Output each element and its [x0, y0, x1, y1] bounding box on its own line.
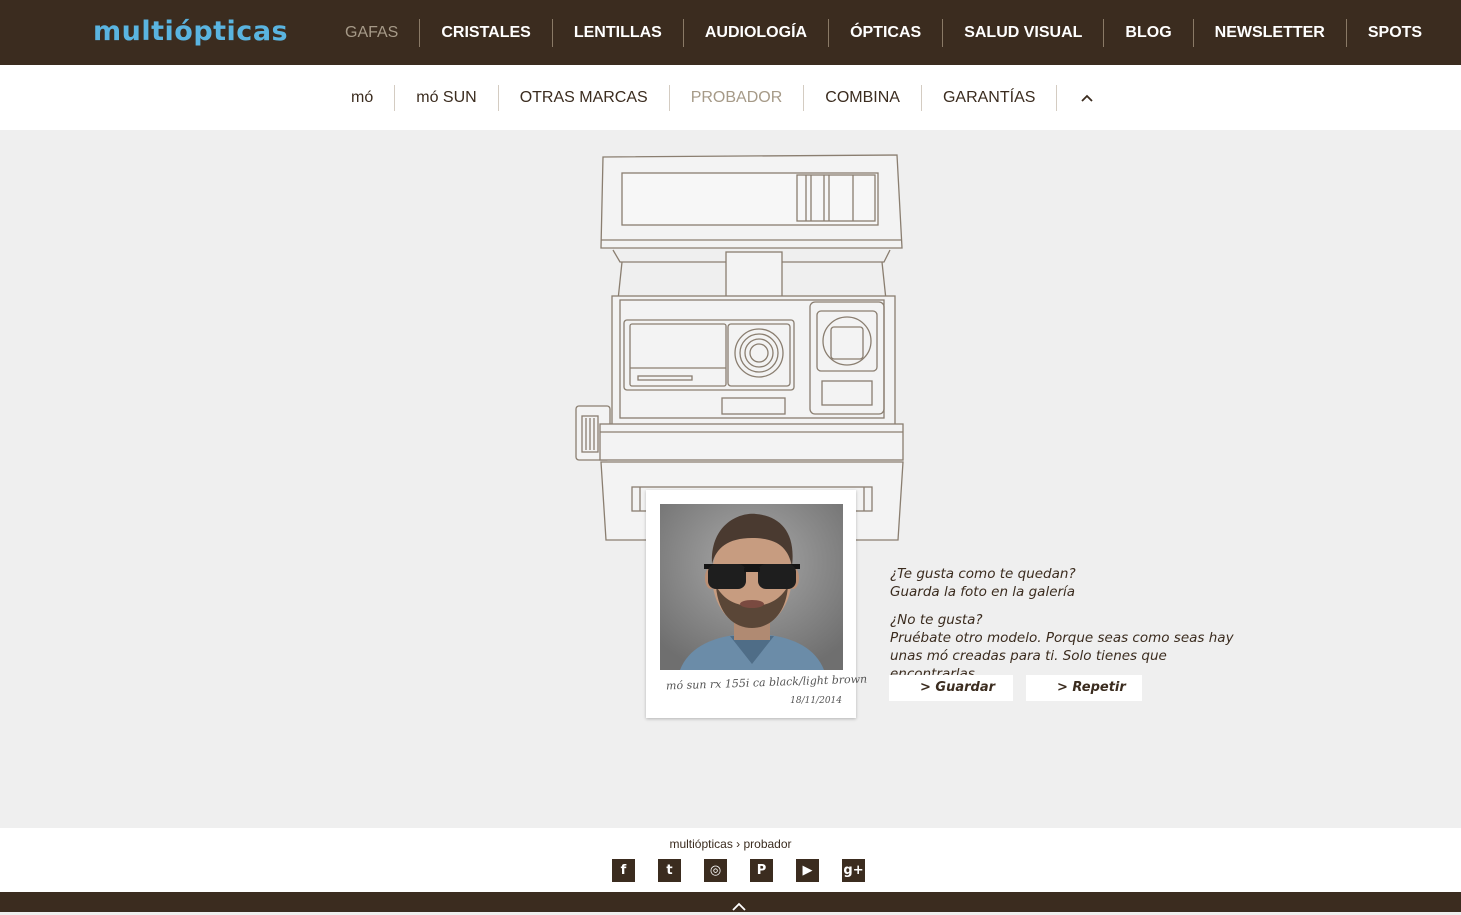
question-dislike: ¿No te gusta?	[890, 612, 983, 628]
nav-item-cristales[interactable]: CRISTALES	[419, 18, 551, 47]
subnav-item-mo-sun[interactable]: mó SUN	[394, 84, 497, 111]
heart-icon[interactable]	[1443, 19, 1461, 47]
googleplus-icon[interactable]: g+	[842, 859, 865, 882]
subnav-item-probador[interactable]: PROBADOR	[668, 84, 804, 111]
main-nav: GAFAS CRISTALES LENTILLAS AUDIOLOGÍA ÓPT…	[324, 0, 1461, 65]
question-like: ¿Te gusta como te quedan?	[890, 566, 1076, 582]
retry-hint-line1: Pruébate otro modelo. Porque seas como s…	[890, 630, 1234, 646]
pinterest-icon[interactable]: P	[750, 859, 773, 882]
footer: multiópticas › probador f t ◎ P ▶ g+	[0, 828, 1461, 892]
subnav-item-combina[interactable]: COMBINA	[803, 84, 921, 111]
nav-item-opticas[interactable]: ÓPTICAS	[828, 18, 942, 47]
nav-item-audiologia[interactable]: AUDIOLOGÍA	[682, 18, 828, 47]
multiopticas-logo[interactable]: multiópticas	[93, 14, 288, 50]
nav-item-gafas[interactable]: GAFAS	[324, 19, 419, 47]
nav-item-newsletter[interactable]: NEWSLETTER	[1192, 18, 1346, 47]
youtube-icon[interactable]: ▶	[796, 859, 819, 882]
nav-item-lentillas[interactable]: LENTILLAS	[551, 18, 683, 47]
subnav-item-garantias[interactable]: GARANTÍAS	[920, 84, 1056, 111]
instagram-icon[interactable]: ◎	[704, 859, 727, 882]
twitter-icon[interactable]: t	[658, 859, 681, 882]
social-links: f t ◎ P ▶ g+	[612, 859, 888, 882]
nav-item-salud-visual[interactable]: SALUD VISUAL	[942, 18, 1103, 47]
subnav-item-mo[interactable]: mó	[330, 85, 394, 111]
breadcrumb: multiópticas › probador	[669, 837, 792, 851]
result-message: ¿Te gusta como te quedan? Guarda la foto…	[890, 565, 1250, 683]
repeat-button[interactable]: > Repetir	[1026, 675, 1142, 701]
subnav-item-otras-marcas[interactable]: OTRAS MARCAS	[497, 84, 669, 111]
sub-nav: mó mó SUN OTRAS MARCAS PROBADOR COMBINA …	[0, 65, 1461, 130]
save-button[interactable]: > Guardar	[889, 675, 1013, 701]
chevron-up-icon[interactable]	[1056, 84, 1111, 111]
polaroid-caption: mó sun rx 155i ca black/light brown	[665, 672, 868, 693]
facebook-icon[interactable]: f	[612, 859, 635, 882]
save-hint: Guarda la foto en la galería	[890, 584, 1076, 600]
bottom-bar	[0, 892, 1461, 912]
polaroid-photo: mó sun rx 155i ca black/light brown 18/1…	[646, 490, 867, 718]
nav-item-blog[interactable]: BLOG	[1103, 18, 1192, 47]
scroll-top-chevron-icon[interactable]	[732, 896, 746, 915]
top-header: multiópticas GAFAS CRISTALES LENTILLAS A…	[0, 0, 1461, 65]
polaroid-date: 18/11/2014	[790, 696, 842, 706]
nav-item-spots[interactable]: SPOTS	[1345, 18, 1443, 47]
user-photo-with-sunglasses	[660, 504, 843, 670]
